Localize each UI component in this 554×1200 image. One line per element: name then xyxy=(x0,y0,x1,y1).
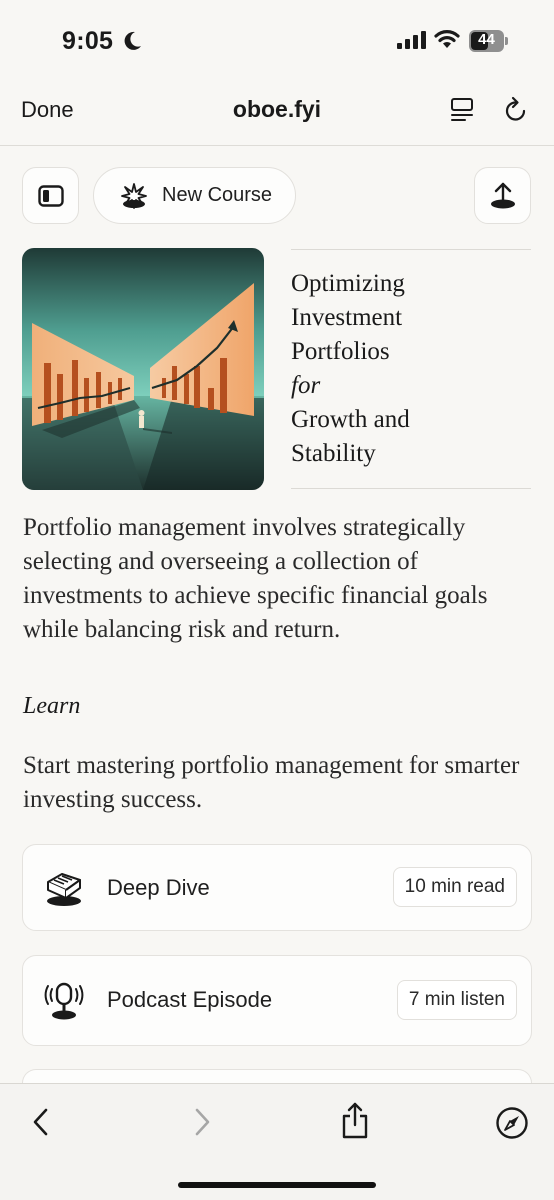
sidebar-toggle-button[interactable] xyxy=(22,167,79,224)
browser-nav-bar: Done oboe.fyi xyxy=(0,84,554,146)
course-title-line: Portfolios xyxy=(291,338,390,365)
course-title-line: Optimizing xyxy=(291,270,405,297)
forward-icon[interactable] xyxy=(186,1106,216,1138)
course-title-line: Growth and xyxy=(291,406,410,433)
battery-icon: 44 xyxy=(469,30,509,52)
book-icon xyxy=(47,873,81,906)
back-icon[interactable] xyxy=(27,1106,57,1138)
upload-button[interactable] xyxy=(474,167,531,224)
hero-divider-top xyxy=(291,249,531,250)
microphone-icon xyxy=(44,982,84,1020)
battery-level: 44 xyxy=(478,31,495,48)
status-bar: 9:05 44 xyxy=(0,0,554,84)
moon-icon xyxy=(124,31,141,50)
podcast-episode-card[interactable]: Podcast Episode 7 min listen xyxy=(22,955,532,1046)
deep-dive-card[interactable]: Deep Dive 10 min read xyxy=(22,844,532,931)
course-cover-image xyxy=(22,248,264,490)
upload-icon xyxy=(490,182,515,208)
deep-dive-title: Deep Dive xyxy=(107,875,210,900)
sidebar-icon xyxy=(37,184,64,207)
new-course-label: New Course xyxy=(162,184,273,206)
status-time: 9:05 xyxy=(62,27,114,55)
reader-icon[interactable] xyxy=(449,96,475,124)
course-title: Optimizing Investment Portfolios for Gro… xyxy=(291,267,531,471)
course-description: Portfolio management involves strategica… xyxy=(23,514,488,643)
reload-icon[interactable] xyxy=(503,96,529,124)
course-title-line: Stability xyxy=(291,440,376,467)
signal-icon xyxy=(397,31,426,49)
learn-heading: Learn xyxy=(23,693,81,719)
new-course-button[interactable]: New Course xyxy=(93,167,296,224)
share-icon[interactable] xyxy=(340,1102,370,1140)
hero-divider-bottom xyxy=(291,488,531,489)
course-title-line: for xyxy=(291,372,321,399)
compass-icon[interactable] xyxy=(495,1106,529,1140)
learn-subtitle: Start mastering portfolio management for… xyxy=(23,752,520,813)
podcast-episode-title: Podcast Episode xyxy=(107,987,273,1012)
sparkle-icon xyxy=(121,183,147,209)
page: 9:05 44 Done oboe.fyi New Course Optimiz… xyxy=(0,0,554,1200)
deep-dive-duration-badge: 10 min read xyxy=(392,867,517,907)
home-indicator xyxy=(178,1182,376,1188)
wifi-icon xyxy=(434,30,460,48)
course-title-line: Investment xyxy=(291,304,403,331)
investment-chart-illustration xyxy=(22,248,264,490)
podcast-duration-badge: 7 min listen xyxy=(396,980,517,1020)
